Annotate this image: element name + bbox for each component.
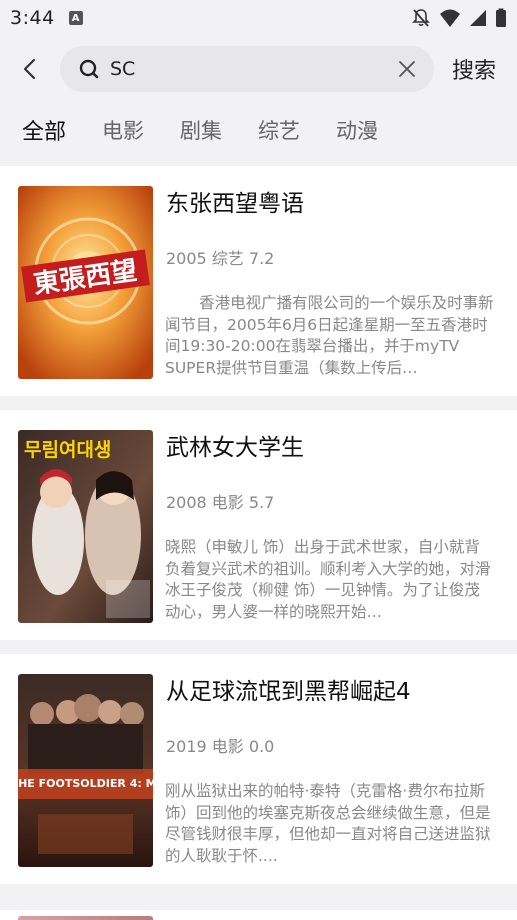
result-meta: 2019 电影 0.0 (166, 737, 275, 756)
result-meta: 2005 综艺 7.2 (166, 249, 275, 268)
chevron-left-icon (23, 58, 36, 80)
result-card[interactable]: 東張西望 东张西望粤语 2005 综艺 7.2 香港电视广播有限公司的一个娱乐及… (0, 166, 517, 396)
poster-image: 무림여대생 (18, 430, 153, 623)
tab-movies[interactable]: 电影 (102, 115, 144, 145)
wifi-icon (440, 9, 460, 27)
poster-image: RISE OF THE FOOTSOLDIER 4: MARBELLA (18, 674, 153, 867)
result-card-partial[interactable] (0, 910, 517, 920)
result-description: 香港电视广播有限公司的一个娱乐及时事新闻节目，2005年6月6日起逢星期一至五香… (165, 294, 494, 377)
result-description: 刚从监狱出来的帕特·泰特（克雷格·费尔布拉斯饰）回到他的埃塞克斯夜总会继续做生意… (165, 782, 491, 865)
tab-series[interactable]: 剧集 (180, 115, 222, 145)
search-input[interactable] (110, 58, 394, 80)
category-tabs: 全部 电影 剧集 综艺 动漫 (0, 108, 517, 152)
result-description: 晓熙（申敏儿 饰）出身于武术世家，自小就背负着复兴武术的祖训。顺利考入大学的她，… (165, 538, 491, 621)
result-card[interactable]: 무림여대생 武林女大学生 2008 电影 5.7 晓熙（申敏儿 饰）出身于武术世… (0, 410, 517, 640)
poster-label: 무림여대생 (24, 439, 111, 461)
result-title: 东张西望粤语 (166, 191, 304, 217)
tab-all[interactable]: 全部 (22, 114, 66, 146)
result-title: 从足球流氓到黑帮崛起4 (166, 679, 411, 705)
status-time: 3:44 (10, 7, 55, 29)
result-card[interactable]: RISE OF THE FOOTSOLDIER 4: MARBELLA 从足球流… (0, 654, 517, 884)
poster-image: 東張西望 (18, 186, 153, 379)
poster-label: RISE OF THE FOOTSOLDIER 4: MARBELLA (18, 777, 153, 790)
search-button[interactable]: 搜索 (452, 53, 496, 85)
status-icons (411, 8, 507, 28)
clear-button[interactable] (394, 56, 420, 82)
result-meta: 2008 电影 5.7 (166, 493, 275, 512)
keyboard-a-icon: A (68, 11, 83, 25)
search-icon (79, 59, 99, 79)
search-box[interactable] (60, 46, 434, 92)
tab-anime[interactable]: 动漫 (336, 115, 378, 145)
notifications-off-icon (412, 9, 430, 27)
search-row: 搜索 (0, 46, 517, 92)
poster-image (18, 916, 153, 920)
close-icon (399, 61, 415, 77)
result-title: 武林女大学生 (166, 435, 304, 461)
back-button[interactable] (4, 46, 56, 92)
tab-variety[interactable]: 综艺 (258, 115, 300, 145)
signal-icon (470, 10, 486, 26)
status-bar: 3:44 A (0, 0, 517, 36)
battery-icon (496, 8, 506, 27)
